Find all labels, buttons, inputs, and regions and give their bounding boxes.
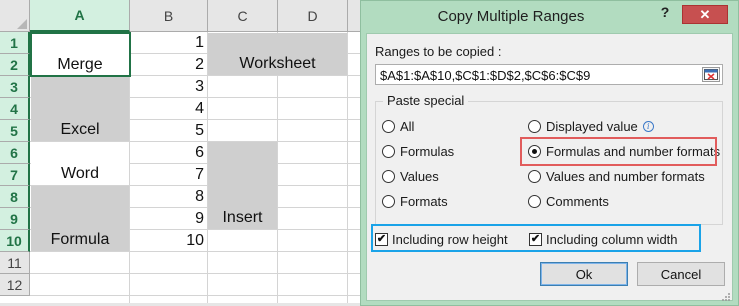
cell-b8[interactable]: 8 bbox=[130, 188, 204, 206]
radio-all[interactable]: All bbox=[382, 116, 414, 136]
row-header-6[interactable]: 6 bbox=[0, 142, 30, 164]
ranges-input[interactable]: $A$1:$A$10,$C$1:$D$2,$C$6:$C$9 bbox=[375, 64, 723, 85]
active-cell-selection bbox=[30, 32, 131, 77]
radio-comments-label: Comments bbox=[546, 193, 609, 209]
highlight-red-box bbox=[520, 137, 717, 166]
including-column-width-label: Including column width bbox=[546, 231, 678, 247]
select-all-corner[interactable] bbox=[0, 0, 30, 32]
copy-multiple-ranges-dialog: Copy Multiple Ranges ? ✕ Ranges to be co… bbox=[360, 0, 739, 306]
corner-select-icon bbox=[17, 19, 27, 29]
dialog-title: Copy Multiple Ranges bbox=[437, 8, 585, 25]
including-row-height-label: Including row height bbox=[392, 231, 508, 247]
row-header-2[interactable]: 2 bbox=[0, 54, 30, 76]
column-header-c[interactable]: C bbox=[208, 0, 278, 32]
gridline bbox=[30, 251, 360, 252]
cell-a8-a10-merged[interactable]: Formula bbox=[31, 186, 129, 251]
info-icon[interactable]: i bbox=[642, 120, 654, 132]
cell-text: Formula bbox=[50, 231, 110, 248]
cell-text: Insert bbox=[222, 209, 263, 226]
gridline bbox=[347, 32, 348, 306]
gridline bbox=[30, 273, 360, 274]
row-header-7[interactable]: 7 bbox=[0, 164, 30, 186]
radio-indicator[interactable] bbox=[382, 194, 395, 208]
radio-comments[interactable]: Comments bbox=[528, 191, 609, 211]
radio-indicator[interactable] bbox=[528, 169, 541, 183]
checkmark-icon[interactable]: ✔ bbox=[529, 232, 542, 246]
checkmark-icon[interactable]: ✔ bbox=[375, 232, 388, 246]
radio-values[interactable]: Values bbox=[382, 166, 439, 186]
cell-b10[interactable]: 10 bbox=[130, 232, 204, 250]
cell-text: Worksheet bbox=[239, 55, 316, 72]
column-header-e-partial[interactable] bbox=[348, 0, 360, 32]
row-header-5[interactable]: 5 bbox=[0, 120, 30, 142]
column-header-b[interactable]: B bbox=[130, 0, 208, 32]
cell-b6[interactable]: 6 bbox=[130, 144, 204, 162]
radio-values-and-number-formats[interactable]: Values and number formats bbox=[528, 166, 705, 186]
dialog-body: Ranges to be copied : $A$1:$A$10,$C$1:$D… bbox=[366, 33, 733, 301]
radio-values-and-number-formats-label: Values and number formats bbox=[546, 168, 705, 184]
cell-b9[interactable]: 9 bbox=[130, 210, 204, 228]
radio-displayed-value-label: Displayed value bbox=[546, 118, 638, 134]
cell-text: Excel bbox=[60, 121, 100, 138]
row-header-12[interactable]: 12 bbox=[0, 274, 30, 296]
cell-a6-a7-merged[interactable]: Word bbox=[31, 142, 129, 185]
ranges-value: $A$1:$A$10,$C$1:$D$2,$C$6:$C$9 bbox=[380, 68, 591, 83]
row-header-8[interactable]: 8 bbox=[0, 186, 30, 208]
resize-grip-icon[interactable] bbox=[721, 289, 731, 301]
radio-indicator[interactable] bbox=[382, 119, 395, 133]
radio-formats-label: Formats bbox=[400, 193, 448, 209]
cell-b5[interactable]: 5 bbox=[130, 122, 204, 140]
radio-indicator[interactable] bbox=[382, 144, 395, 158]
help-icon[interactable]: ? bbox=[656, 4, 674, 24]
row-header-1[interactable]: 1 bbox=[0, 32, 30, 54]
radio-all-label: All bbox=[400, 118, 415, 134]
cell-c6-c9-merged[interactable]: Insert bbox=[208, 142, 277, 229]
radio-formulas-label: Formulas bbox=[400, 143, 455, 159]
cell-b2[interactable]: 2 bbox=[130, 56, 204, 74]
cell-b7[interactable]: 7 bbox=[130, 166, 204, 184]
cell-b4[interactable]: 4 bbox=[130, 100, 204, 118]
ok-button[interactable]: Ok bbox=[540, 262, 628, 286]
column-header-a[interactable]: A bbox=[30, 0, 130, 32]
dialog-titlebar[interactable]: Copy Multiple Ranges ? ✕ bbox=[361, 1, 738, 33]
row-header-4[interactable]: 4 bbox=[0, 98, 30, 120]
gridline bbox=[30, 295, 360, 296]
cell-c1-d2-merged[interactable]: Worksheet bbox=[208, 33, 347, 75]
cell-b3[interactable]: 3 bbox=[130, 78, 204, 96]
radio-displayed-value[interactable]: Displayed value i bbox=[528, 116, 654, 136]
cancel-button[interactable]: Cancel bbox=[637, 262, 725, 286]
radio-indicator[interactable] bbox=[528, 194, 541, 208]
radio-indicator[interactable] bbox=[382, 169, 395, 183]
radio-indicator[interactable] bbox=[528, 119, 541, 133]
row-header-3[interactable]: 3 bbox=[0, 76, 30, 98]
spreadsheet[interactable]: A B C D 1 2 3 4 5 6 7 8 9 10 11 12 Merge… bbox=[0, 0, 360, 306]
column-header-d[interactable]: D bbox=[278, 0, 348, 32]
row-header-10[interactable]: 10 bbox=[0, 230, 30, 252]
row-header-11[interactable]: 11 bbox=[0, 252, 30, 274]
range-picker-icon[interactable] bbox=[702, 67, 720, 82]
close-icon[interactable]: ✕ bbox=[682, 5, 728, 24]
cell-text: Word bbox=[61, 165, 99, 182]
radio-formats[interactable]: Formats bbox=[382, 191, 448, 211]
radio-values-label: Values bbox=[400, 168, 439, 184]
checkbox-including-column-width[interactable]: ✔ Including column width bbox=[529, 230, 678, 248]
checkbox-including-row-height[interactable]: ✔ Including row height bbox=[375, 230, 508, 248]
cell-a3-a5-merged[interactable]: Excel bbox=[31, 76, 129, 141]
ranges-label: Ranges to be copied : bbox=[375, 44, 502, 59]
cell-b1[interactable]: 1 bbox=[130, 34, 204, 52]
row-header-9[interactable]: 9 bbox=[0, 208, 30, 230]
paste-special-label: Paste special bbox=[383, 93, 469, 108]
radio-formulas[interactable]: Formulas bbox=[382, 141, 454, 161]
